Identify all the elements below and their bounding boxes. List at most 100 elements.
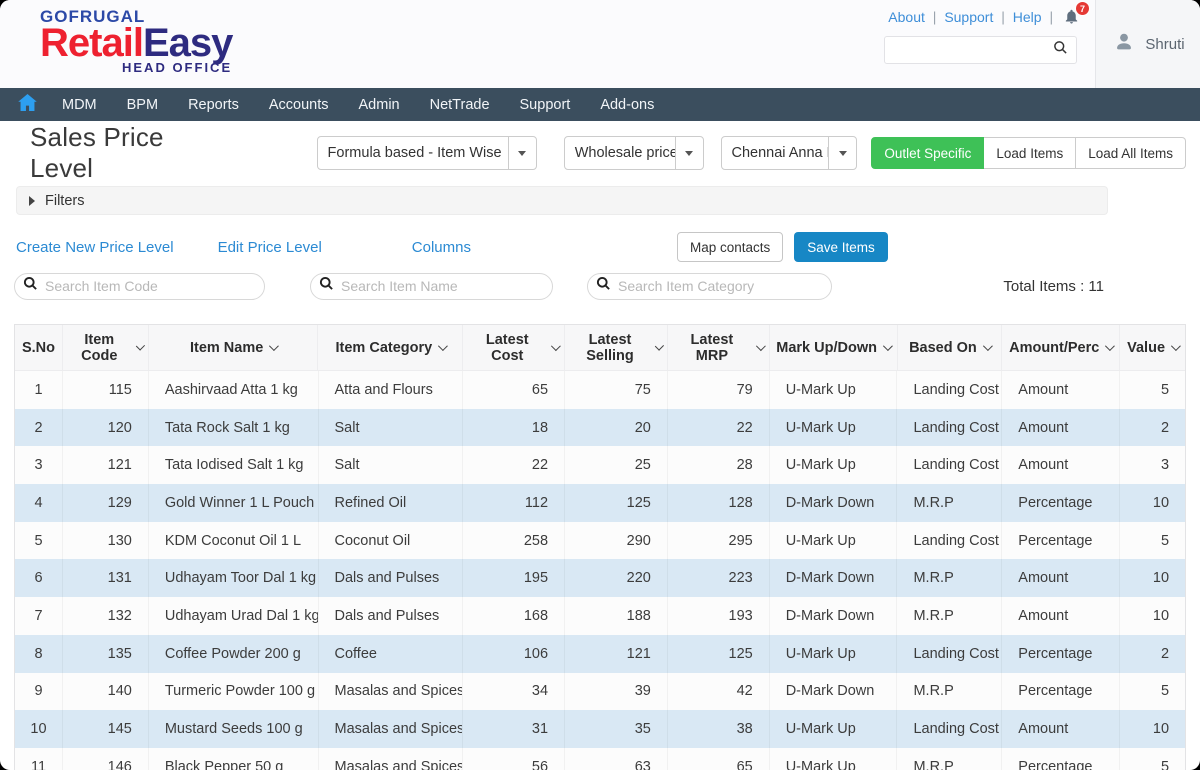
nav-item-support[interactable]: Support — [505, 88, 586, 121]
user-menu[interactable]: Shruti — [1095, 0, 1200, 88]
sort-chevron-down-icon — [269, 341, 279, 351]
logo-retail: Retail — [40, 21, 143, 65]
cell-mark-up-down: U-Mark Up — [770, 710, 898, 748]
cell-amount-perc: Percentage — [1002, 748, 1120, 770]
sort-chevron-down-icon — [438, 341, 448, 351]
price-mode-dropdown[interactable]: Formula based - Item Wise — [317, 136, 537, 170]
cell-mark-up-down: U-Mark Up — [770, 748, 898, 770]
notification-bell[interactable]: 7 — [1063, 8, 1080, 28]
column-header-latest-cost[interactable]: Latest Cost — [463, 325, 565, 370]
column-header-latest-selling[interactable]: Latest Selling — [565, 325, 668, 370]
cell-item-name: Mustard Seeds 100 g — [149, 710, 319, 748]
cell-based-on: Landing Cost — [897, 446, 1002, 484]
nav-item-mdm[interactable]: MDM — [47, 88, 112, 121]
nav-item-reports[interactable]: Reports — [173, 88, 254, 121]
cell-based-on: Landing Cost — [897, 371, 1002, 409]
cell-based-on: Landing Cost — [897, 635, 1002, 673]
sort-chevron-down-icon — [883, 341, 893, 351]
cell-item-category: Coconut Oil — [319, 522, 464, 560]
search-item-code-input[interactable] — [45, 278, 254, 294]
sort-chevron-down-icon — [1171, 341, 1181, 351]
global-search[interactable] — [884, 36, 1077, 64]
nav-item-nettrade[interactable]: NetTrade — [415, 88, 505, 121]
cell-based-on: Landing Cost — [897, 409, 1002, 447]
nav-item-admin[interactable]: Admin — [344, 88, 415, 121]
column-header-based-on[interactable]: Based On — [898, 325, 1003, 370]
column-header-value[interactable]: Value — [1120, 325, 1185, 370]
global-search-input[interactable] — [893, 43, 1053, 58]
column-header-amount-perc[interactable]: Amount/Perc — [1002, 325, 1120, 370]
table-row[interactable]: 5130KDM Coconut Oil 1 LCoconut Oil258290… — [15, 522, 1185, 560]
chevron-down-icon[interactable] — [508, 137, 536, 169]
about-link[interactable]: About — [888, 9, 925, 25]
cell-sno: 11 — [15, 748, 63, 770]
support-link[interactable]: Support — [944, 9, 993, 25]
chevron-down-icon[interactable] — [828, 137, 856, 169]
cell-item-category: Masalas and Spices — [319, 710, 464, 748]
search-icon[interactable] — [1053, 40, 1068, 60]
table-row[interactable]: 1115Aashirvaad Atta 1 kgAtta and Flours6… — [15, 371, 1185, 409]
search-item-category-field[interactable] — [587, 273, 832, 300]
cell-latest-selling: 35 — [565, 710, 668, 748]
search-item-name-field[interactable] — [310, 273, 553, 300]
cell-latest-selling: 39 — [565, 673, 668, 711]
cell-mark-up-down: U-Mark Up — [770, 409, 898, 447]
filters-toggle[interactable]: Filters — [16, 186, 1108, 215]
cell-item-name: Udhayam Urad Dal 1 kg — [149, 597, 319, 635]
column-label: S.No — [22, 340, 55, 356]
edit-price-level-link[interactable]: Edit Price Level — [218, 239, 322, 256]
help-link[interactable]: Help — [1013, 9, 1042, 25]
outlet-value: Chennai Anna Nag — [722, 145, 829, 161]
cell-item-category: Dals and Pulses — [319, 559, 464, 597]
chevron-down-icon[interactable] — [675, 137, 703, 169]
map-contacts-button[interactable]: Map contacts — [677, 232, 783, 262]
cell-latest-selling: 63 — [565, 748, 668, 770]
table-row[interactable]: 10145Mustard Seeds 100 gMasalas and Spic… — [15, 710, 1185, 748]
create-new-price-level-link[interactable]: Create New Price Level — [16, 239, 174, 256]
cell-amount-perc: Amount — [1002, 559, 1120, 597]
cell-mark-up-down: D-Mark Down — [770, 559, 898, 597]
cell-item-name: Turmeric Powder 100 g — [149, 673, 319, 711]
table-row[interactable]: 3121Tata Iodised Salt 1 kgSalt222528U-Ma… — [15, 446, 1185, 484]
cell-mark-up-down: U-Mark Up — [770, 446, 898, 484]
table-row[interactable]: 6131Udhayam Toor Dal 1 kgDals and Pulses… — [15, 559, 1185, 597]
home-nav-button[interactable] — [8, 88, 47, 121]
cell-amount-perc: Amount — [1002, 597, 1120, 635]
load-all-items-button[interactable]: Load All Items — [1076, 137, 1186, 169]
columns-link[interactable]: Columns — [412, 239, 471, 256]
save-items-button[interactable]: Save Items — [794, 232, 888, 262]
search-item-name-input[interactable] — [341, 278, 542, 294]
items-table: S.NoItem CodeItem NameItem CategoryLates… — [14, 324, 1186, 770]
load-items-button[interactable]: Load Items — [984, 137, 1076, 169]
sort-chevron-down-icon — [135, 341, 144, 350]
column-header-latest-mrp[interactable]: Latest MRP — [668, 325, 770, 370]
price-level-dropdown[interactable]: Wholesale price nev — [564, 136, 704, 170]
outlet-dropdown[interactable]: Chennai Anna Nag — [721, 136, 858, 170]
column-header-mark-up-down[interactable]: Mark Up/Down — [770, 325, 898, 370]
cell-item-code: 146 — [63, 748, 149, 770]
nav-item-bpm[interactable]: BPM — [112, 88, 173, 121]
cell-latest-selling: 188 — [565, 597, 668, 635]
cell-item-name: Aashirvaad Atta 1 kg — [149, 371, 319, 409]
table-row[interactable]: 11146Black Pepper 50 gMasalas and Spices… — [15, 748, 1185, 770]
table-row[interactable]: 2120Tata Rock Salt 1 kgSalt182022U-Mark … — [15, 409, 1185, 447]
table-row[interactable]: 4129Gold Winner 1 L PouchRefined Oil1121… — [15, 484, 1185, 522]
column-header-item-category[interactable]: Item Category — [318, 325, 463, 370]
cell-amount-perc: Percentage — [1002, 522, 1120, 560]
cell-based-on: M.R.P — [897, 597, 1002, 635]
cell-amount-perc: Percentage — [1002, 673, 1120, 711]
column-header-item-name[interactable]: Item Name — [149, 325, 319, 370]
column-header-item-code[interactable]: Item Code — [63, 325, 149, 370]
search-item-code-field[interactable] — [14, 273, 265, 300]
outlet-specific-button[interactable]: Outlet Specific — [871, 137, 984, 169]
app-logo: GOFRUGAL RetailEasy HEAD OFFICE — [0, 0, 232, 88]
search-item-category-input[interactable] — [618, 278, 821, 294]
logo-head-office: HEAD OFFICE — [122, 61, 232, 74]
nav-item-addons[interactable]: Add-ons — [585, 88, 669, 121]
cell-value: 5 — [1120, 748, 1185, 770]
column-label: Based On — [909, 340, 977, 356]
nav-item-accounts[interactable]: Accounts — [254, 88, 344, 121]
table-row[interactable]: 7132Udhayam Urad Dal 1 kgDals and Pulses… — [15, 597, 1185, 635]
table-row[interactable]: 8135Coffee Powder 200 gCoffee106121125U-… — [15, 635, 1185, 673]
table-row[interactable]: 9140Turmeric Powder 100 gMasalas and Spi… — [15, 673, 1185, 711]
